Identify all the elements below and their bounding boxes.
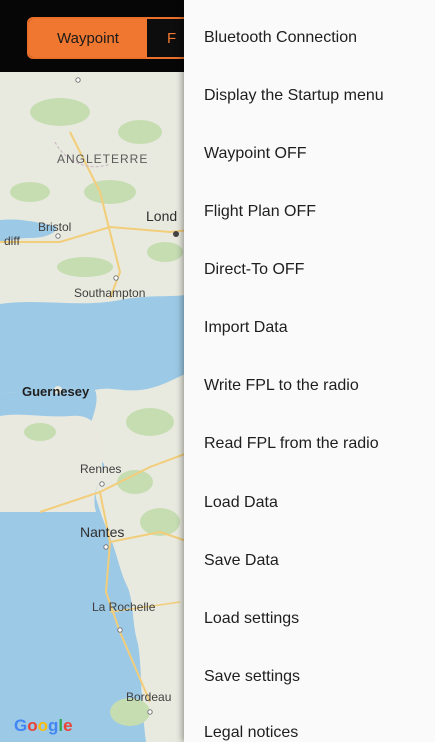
options-menu-drawer: Bluetooth Connection Display the Startup… bbox=[184, 0, 435, 742]
map-label-angleterre: ANGLETERRE bbox=[57, 152, 149, 166]
menu-item-write-fpl-radio[interactable]: Write FPL to the radio bbox=[204, 377, 359, 395]
map-label-bordeaux: Bordeau bbox=[126, 690, 172, 704]
map-label-larochelle: La Rochelle bbox=[92, 600, 156, 614]
map-background bbox=[0, 72, 190, 742]
menu-item-load-data[interactable]: Load Data bbox=[204, 494, 278, 512]
map-label-southampton: Southampton bbox=[74, 286, 146, 300]
menu-item-waypoint-off[interactable]: Waypoint OFF bbox=[204, 145, 307, 163]
menu-item-legal-notices[interactable]: Legal notices bbox=[204, 724, 298, 742]
menu-item-read-fpl-radio[interactable]: Read FPL from the radio bbox=[204, 435, 379, 453]
map-label-rennes: Rennes bbox=[80, 462, 122, 476]
menu-item-bluetooth-connection[interactable]: Bluetooth Connection bbox=[204, 29, 357, 47]
menu-item-flight-plan-off[interactable]: Flight Plan OFF bbox=[204, 203, 316, 221]
map-label-nantes: Nantes bbox=[80, 524, 125, 540]
map-view[interactable]: ANGLETERRE Bristol Lond diff Southampton… bbox=[0, 72, 190, 742]
menu-item-save-data[interactable]: Save Data bbox=[204, 552, 279, 570]
map-label-bristol: Bristol bbox=[38, 220, 72, 234]
tab-waypoint[interactable]: Waypoint bbox=[29, 19, 147, 57]
map-label-london: Lond bbox=[146, 208, 178, 224]
google-logo: Google bbox=[14, 716, 73, 735]
menu-item-import-data[interactable]: Import Data bbox=[204, 319, 288, 337]
menu-item-direct-to-off[interactable]: Direct-To OFF bbox=[204, 261, 304, 279]
map-label-cardiff: diff bbox=[4, 234, 20, 248]
menu-item-display-startup-menu[interactable]: Display the Startup menu bbox=[204, 87, 384, 105]
menu-item-load-settings[interactable]: Load settings bbox=[204, 610, 299, 628]
map-label-guernesey: Guernesey bbox=[22, 384, 90, 399]
menu-item-save-settings[interactable]: Save settings bbox=[204, 668, 300, 686]
